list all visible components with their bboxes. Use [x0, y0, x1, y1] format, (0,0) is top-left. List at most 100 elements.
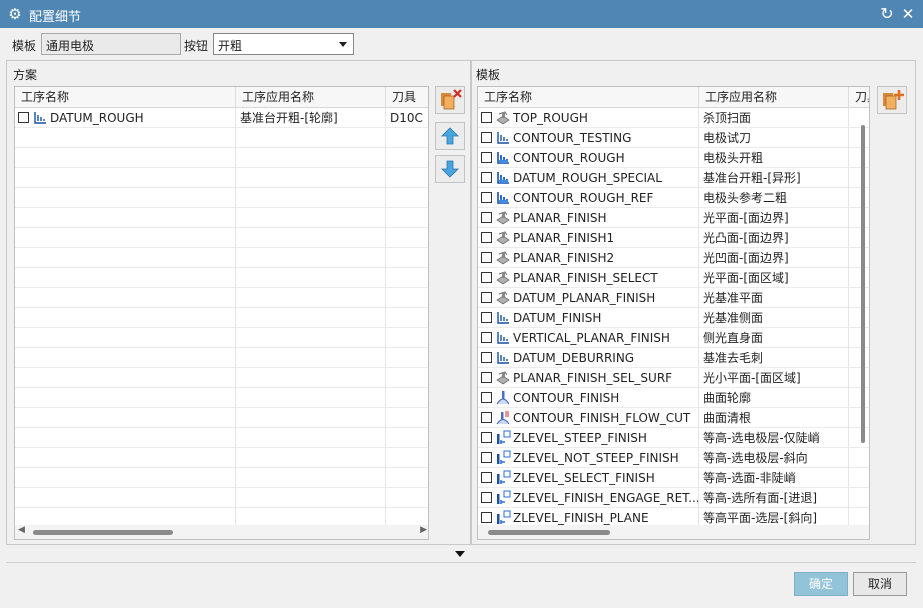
cell-name — [15, 468, 236, 488]
table-row[interactable]: PLANAR_FINISH1 光凸面-[面边界] — [478, 228, 869, 248]
cell-tool — [386, 408, 428, 428]
scheme-col-app[interactable]: 工序应用名称 — [236, 87, 386, 108]
row-checkbox[interactable] — [481, 372, 492, 383]
table-row[interactable]: VERTICAL_PLANAR_FINISH 侧光直身面 — [478, 328, 869, 348]
table-row[interactable]: TOP_ROUGH 杀顶扫面 — [478, 108, 869, 128]
scheme-col-name[interactable]: 工序名称 — [15, 87, 236, 108]
row-checkbox[interactable] — [481, 152, 492, 163]
cell-app — [236, 428, 386, 448]
row-checkbox[interactable] — [481, 472, 492, 483]
template-hscroll-thumb[interactable] — [488, 530, 610, 535]
ok-button[interactable]: 确定 — [794, 572, 848, 596]
add-operation-button[interactable] — [877, 86, 907, 114]
cell-name — [15, 228, 236, 248]
window-title: 配置细节 — [29, 10, 82, 25]
row-checkbox[interactable] — [481, 332, 492, 343]
row-checkbox[interactable] — [481, 272, 492, 283]
template-hscroll[interactable] — [478, 525, 869, 539]
move-down-button[interactable] — [435, 155, 465, 183]
table-row[interactable]: DATUM_PLANAR_FINISH 光基准平面 — [478, 288, 869, 308]
template-group-label: 模板 — [476, 66, 501, 83]
cell-tool — [849, 428, 869, 448]
table-row[interactable]: PLANAR_FINISH_SELECT 光平面-[面区域] — [478, 268, 869, 288]
template-grid[interactable]: 工序名称 工序应用名称 刀具 TOP_ROUGH杀顶扫面CONTOUR_TEST… — [477, 86, 870, 540]
row-checkbox[interactable] — [481, 132, 492, 143]
row-checkbox[interactable] — [481, 492, 492, 503]
delete-operation-button[interactable] — [435, 86, 465, 114]
row-checkbox[interactable] — [481, 172, 492, 183]
empty-row — [15, 388, 428, 408]
operation-name: CONTOUR_ROUGH_REF — [513, 191, 654, 205]
table-row[interactable]: ZLEVEL_FINISH_ENGAGE_RET... 等高-选所有面-[进退] — [478, 488, 869, 508]
row-checkbox[interactable] — [18, 112, 29, 123]
cell-name — [15, 348, 236, 368]
zlevel-icon — [495, 510, 511, 526]
row-checkbox[interactable] — [481, 392, 492, 403]
cell-name — [15, 288, 236, 308]
cell-tool — [386, 428, 428, 448]
scroll-left-icon[interactable]: ◀ — [18, 525, 25, 535]
scheme-hscroll-thumb[interactable] — [33, 530, 173, 535]
button-select[interactable]: 开粗 — [213, 33, 354, 55]
cell-tool — [386, 288, 428, 308]
empty-row — [15, 168, 428, 188]
cell-app — [236, 128, 386, 148]
table-row[interactable]: CONTOUR_ROUGH_REF 电极头参考二粗 — [478, 188, 869, 208]
table-row[interactable]: CONTOUR_TESTING 电极试刀 — [478, 128, 869, 148]
move-up-button[interactable] — [435, 122, 465, 150]
triangle-down-icon[interactable] — [455, 551, 465, 557]
cell-tool: D10C — [386, 108, 428, 128]
arrow-up-icon — [441, 127, 459, 145]
row-checkbox[interactable] — [481, 412, 492, 423]
table-row[interactable]: ZLEVEL_NOT_STEEP_FINISH 等高-选电极层-斜向 — [478, 448, 869, 468]
row-checkbox[interactable] — [481, 292, 492, 303]
row-checkbox[interactable] — [481, 512, 492, 523]
scheme-grid[interactable]: 工序名称 工序应用名称 刀具 DATUM_ROUGH 基准台开粗-[轮廓] D10C… — [14, 86, 429, 540]
template-field[interactable]: 通用电极 — [41, 33, 181, 55]
cell-tool — [386, 168, 428, 188]
table-row[interactable]: DATUM_DEBURRING 基准去毛刺 — [478, 348, 869, 368]
empty-row — [15, 328, 428, 348]
table-row[interactable]: CONTOUR_ROUGH 电极头开粗 — [478, 148, 869, 168]
scroll-right-icon[interactable]: ▶ — [420, 525, 427, 535]
cavity-mill-icon — [495, 350, 511, 366]
row-checkbox[interactable] — [481, 232, 492, 243]
gear-icon[interactable]: ⚙ — [6, 5, 24, 23]
table-row[interactable]: ZLEVEL_STEEP_FINISH 等高-选电极层-仅陡峭 — [478, 428, 869, 448]
table-row[interactable]: ZLEVEL_SELECT_FINISH 等高-选面-非陡峭 — [478, 468, 869, 488]
table-row[interactable]: DATUM_FINISH 光基准侧面 — [478, 308, 869, 328]
row-checkbox[interactable] — [481, 112, 492, 123]
table-row[interactable]: PLANAR_FINISH_SEL_SURF 光小平面-[面区域] — [478, 368, 869, 388]
row-checkbox[interactable] — [481, 212, 492, 223]
row-checkbox[interactable] — [481, 432, 492, 443]
operation-name: DATUM_DEBURRING — [513, 351, 635, 365]
button-select-value: 开粗 — [218, 39, 243, 53]
table-row[interactable]: DATUM_ROUGH_SPECIAL 基准台开粗-[异形] — [478, 168, 869, 188]
scheme-hscroll[interactable]: ◀ ▶ — [15, 525, 428, 539]
cell-tool — [386, 348, 428, 368]
empty-row — [15, 408, 428, 428]
empty-row — [15, 488, 428, 508]
row-checkbox[interactable] — [481, 252, 492, 263]
table-row[interactable]: PLANAR_FINISH2 光凹面-[面边界] — [478, 248, 869, 268]
row-checkbox[interactable] — [481, 352, 492, 363]
table-row[interactable]: PLANAR_FINISH 光平面-[面边界] — [478, 208, 869, 228]
row-checkbox[interactable] — [481, 452, 492, 463]
cell-name — [15, 308, 236, 328]
table-row[interactable]: DATUM_ROUGH 基准台开粗-[轮廓] D10C — [15, 108, 428, 128]
reset-icon[interactable]: ↻ — [878, 4, 896, 24]
template-col-app[interactable]: 工序应用名称 — [699, 87, 849, 108]
scheme-col-tool[interactable]: 刀具 — [386, 87, 428, 108]
table-row[interactable]: CONTOUR_FINISH_FLOW_CUT 曲面清根 — [478, 408, 869, 428]
cell-name — [15, 248, 236, 268]
table-row[interactable]: CONTOUR_FINISH 曲面轮廓 — [478, 388, 869, 408]
template-col-name[interactable]: 工序名称 — [478, 87, 699, 108]
template-col-tool[interactable]: 刀具 — [849, 87, 869, 108]
close-icon[interactable]: ✕ — [899, 4, 917, 24]
row-checkbox[interactable] — [481, 192, 492, 203]
row-checkbox[interactable] — [481, 312, 492, 323]
template-vscroll-thumb[interactable] — [861, 125, 865, 443]
cancel-button[interactable]: 取消 — [853, 572, 907, 596]
cell-name: ZLEVEL_NOT_STEEP_FINISH — [478, 448, 699, 468]
cell-tool — [849, 208, 869, 228]
